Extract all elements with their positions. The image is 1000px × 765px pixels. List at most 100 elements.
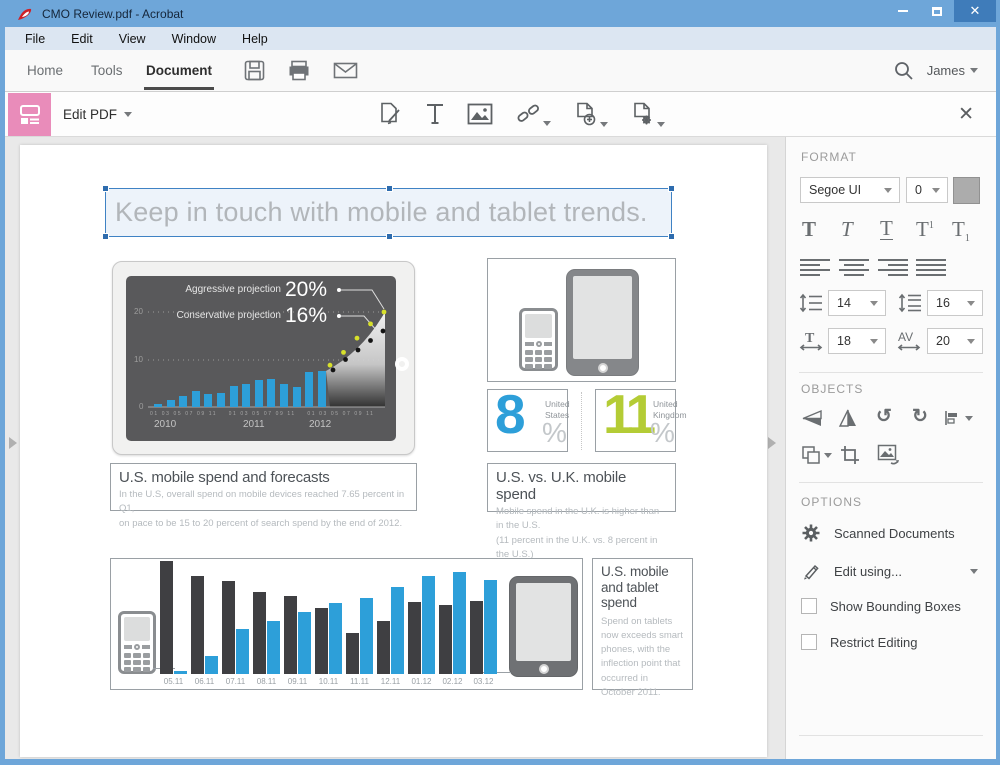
email-icon[interactable] — [332, 59, 359, 82]
maximize-button[interactable] — [920, 0, 954, 22]
menu-view[interactable]: View — [119, 32, 146, 46]
tab-home[interactable]: Home — [27, 50, 63, 91]
replace-image-icon[interactable] — [877, 444, 901, 466]
add-page-dropdown[interactable] — [574, 101, 608, 127]
forecast-bar — [242, 384, 250, 407]
smartphones-bar — [222, 581, 235, 674]
paragraph-spacing-icon — [898, 293, 922, 313]
stat-us[interactable]: 8 UnitedStates % — [487, 389, 568, 452]
save-icon[interactable] — [243, 59, 266, 82]
paragraph-spacing-select[interactable]: 16 — [927, 290, 983, 316]
edit-text-icon[interactable] — [377, 101, 403, 127]
category-label: 10.11 — [315, 677, 342, 686]
selection-handle[interactable] — [386, 233, 393, 240]
align-center-icon[interactable] — [839, 259, 869, 276]
caption-title: U.S. mobile spend and forecasts — [119, 469, 408, 486]
caption-body: Spend on tablets now exceeds smart phone… — [601, 615, 684, 701]
align-justify-icon[interactable] — [916, 259, 946, 276]
aggressive-label: Aggressive projection — [166, 284, 281, 295]
caption-us-vs-uk[interactable]: U.S. vs. U.K. mobile spend Mobile spend … — [487, 463, 676, 512]
options-section-label: OPTIONS — [801, 495, 862, 509]
smartphones-bar — [191, 576, 204, 674]
italic-icon[interactable]: T — [841, 217, 853, 242]
selection-handle[interactable] — [668, 233, 675, 240]
scanned-documents-option[interactable]: Scanned Documents — [801, 523, 955, 543]
window-title: CMO Review.pdf - Acrobat — [42, 7, 183, 21]
print-icon[interactable] — [287, 59, 311, 82]
underline-icon[interactable]: T — [880, 217, 893, 240]
rotate-ccw-icon[interactable]: ↺ — [876, 405, 892, 428]
right-panel-expander-icon[interactable] — [768, 437, 776, 449]
caption-mobile-tablet-spend[interactable]: U.S. mobile and tablet spend Spend on ta… — [592, 558, 693, 690]
page-settings-dropdown[interactable] — [631, 101, 665, 127]
subscript-icon[interactable]: T1 — [952, 217, 970, 244]
tab-document[interactable]: Document — [146, 50, 212, 91]
edit-pdf-tool-icon[interactable] — [8, 93, 51, 136]
search-icon[interactable] — [893, 60, 915, 82]
phone-icon — [118, 611, 156, 674]
devices-image[interactable] — [487, 258, 676, 382]
tab-tools[interactable]: Tools — [91, 50, 123, 91]
smartphones-bar — [346, 633, 359, 674]
rotate-cw-icon[interactable]: ↻ — [912, 405, 928, 428]
show-bounding-boxes-option[interactable]: Show Bounding Boxes — [801, 598, 961, 614]
menu-edit[interactable]: Edit — [71, 32, 93, 46]
menu-help[interactable]: Help — [242, 32, 268, 46]
add-page-icon — [574, 101, 598, 127]
caption-us-mobile-spend[interactable]: U.S. mobile spend and forecasts In the U… — [110, 463, 417, 511]
close-tool-button[interactable]: ✕ — [958, 92, 974, 136]
menu-window[interactable]: Window — [172, 32, 216, 46]
edit-pdf-dropdown[interactable]: Edit PDF — [63, 92, 132, 136]
forecast-bar — [280, 384, 288, 407]
user-menu[interactable]: James — [927, 63, 978, 78]
chevron-down-icon — [600, 122, 608, 127]
align-left-icon[interactable] — [800, 259, 830, 276]
smartphones-bar — [408, 602, 421, 674]
menu-file[interactable]: File — [25, 32, 45, 46]
ytick-0: 0 — [139, 402, 143, 411]
font-family-select[interactable]: Segoe UI — [800, 177, 900, 203]
arrange-dropdown[interactable] — [801, 445, 832, 465]
bar-group: 02.12 — [439, 558, 466, 686]
stat-uk[interactable]: 11 UnitedKingdom % — [595, 389, 676, 452]
close-window-button[interactable]: ✕ — [954, 0, 996, 22]
selected-text-object[interactable]: Keep in touch with mobile and tablet tre… — [105, 188, 672, 237]
crop-icon[interactable] — [840, 445, 860, 465]
flip-vertical-icon[interactable] — [801, 409, 823, 428]
selection-handle[interactable] — [102, 233, 109, 240]
edit-using-option[interactable]: Edit using... — [801, 561, 902, 581]
flip-horizontal-icon[interactable] — [838, 408, 858, 428]
tablets-bar — [360, 598, 373, 674]
minimize-button[interactable] — [886, 0, 920, 22]
forecast-bar — [318, 371, 326, 407]
align-right-icon[interactable] — [878, 259, 908, 276]
bold-icon[interactable]: T — [802, 217, 816, 242]
left-panel-expander-icon[interactable] — [9, 437, 17, 449]
selection-handle[interactable] — [668, 185, 675, 192]
character-spacing-select[interactable]: 20 — [927, 328, 983, 354]
bar-group: 06.11 — [191, 558, 218, 686]
chevron-down-icon — [657, 122, 665, 127]
restrict-editing-option[interactable]: Restrict Editing — [801, 634, 917, 650]
add-text-icon[interactable] — [426, 102, 444, 126]
link-dropdown[interactable] — [516, 102, 551, 126]
objects-section-label: OBJECTS — [801, 382, 863, 396]
tablet-icon — [566, 269, 639, 376]
horizontal-scale-select[interactable]: 18 — [828, 328, 886, 354]
selection-handle[interactable] — [386, 185, 393, 192]
font-color-swatch[interactable] — [953, 177, 980, 204]
restrict-editing-checkbox[interactable] — [801, 634, 817, 650]
edit-pdf-toolbar: Edit PDF — [5, 92, 996, 137]
font-size-select[interactable]: 0 — [906, 177, 948, 203]
align-objects-dropdown[interactable] — [944, 409, 973, 427]
conservative-label: Conservative projection — [166, 310, 281, 321]
add-image-icon[interactable] — [467, 103, 493, 125]
show-bounding-boxes-checkbox[interactable] — [801, 598, 817, 614]
line-spacing-select[interactable]: 14 — [828, 290, 886, 316]
bar-group: 12.11 — [377, 558, 404, 686]
superscript-icon[interactable]: T1 — [916, 217, 934, 242]
forecast-bar — [230, 386, 238, 407]
chevron-down-icon[interactable] — [970, 569, 978, 574]
selection-handle[interactable] — [102, 185, 109, 192]
forecast-bar — [204, 394, 212, 407]
